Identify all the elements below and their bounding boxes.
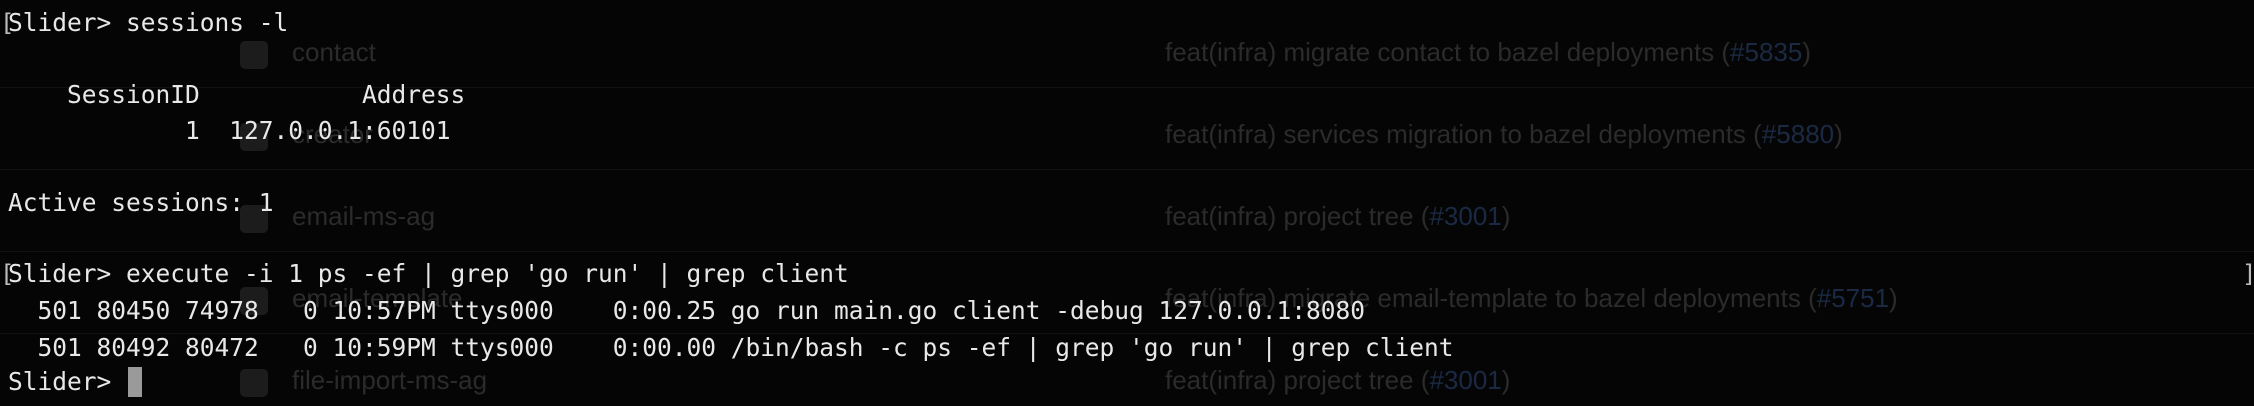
text-cursor: [128, 367, 143, 397]
terminal-prompt: Slider>: [8, 367, 127, 396]
terminal-line: Slider> sessions -l: [8, 8, 289, 37]
screen: contact feat(infra) migrate contact to b…: [0, 0, 2254, 406]
terminal-line: SessionID Address: [8, 80, 466, 109]
terminal-line: 501 80492 80472 0 10:59PM ttys000 0:00.0…: [8, 333, 1454, 362]
terminal-line: 501 80450 74978 0 10:57PM ttys000 0:00.2…: [8, 296, 1366, 325]
terminal-line: Slider> execute -i 1 ps -ef | grep 'go r…: [8, 259, 849, 288]
terminal-bracket-right: ]: [2242, 259, 2254, 289]
terminal-line: 1 127.0.0.1:60101: [8, 116, 451, 145]
terminal-prompt-line[interactable]: Slider>: [8, 367, 143, 397]
terminal-line: Active sessions: 1: [8, 188, 274, 217]
terminal-window[interactable]: [ Slider> sessions -l SessionID Address …: [0, 0, 2254, 406]
